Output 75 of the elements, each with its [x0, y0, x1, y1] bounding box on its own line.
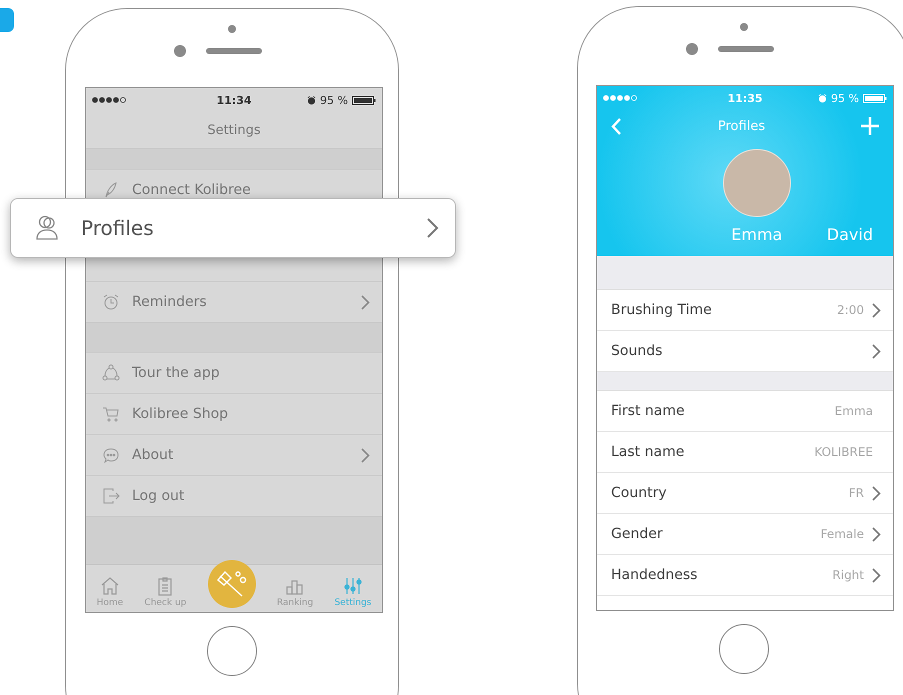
setting-label: Gender: [611, 526, 664, 542]
alarm-icon: [307, 96, 316, 104]
home-button[interactable]: [207, 626, 257, 676]
menu-row[interactable]: Tour the app: [86, 352, 382, 393]
tab-item[interactable]: Check up: [144, 576, 186, 612]
menu-row-label: Tour the app: [132, 365, 221, 381]
add-icon[interactable]: [860, 117, 879, 135]
setting-value: 2:00: [837, 303, 864, 317]
camera-dot: [686, 43, 698, 55]
tab-item[interactable]: Settings: [334, 576, 372, 612]
nav-title: Settings: [206, 122, 262, 140]
signal-dots-icon: [92, 97, 126, 103]
status-time: 11:35: [728, 92, 762, 104]
setting-label: Brushing Time: [611, 302, 713, 318]
camera-dot: [174, 45, 186, 57]
chevron-right-icon: [872, 344, 881, 358]
battery-percentage: 95 %: [831, 92, 859, 104]
menu-row-label: Connect Kolibree: [132, 182, 252, 198]
menu-row[interactable]: Kolibree Shop: [86, 393, 382, 434]
back-icon[interactable]: [611, 118, 622, 134]
setting-row[interactable]: Last name KOLIBREE: [597, 432, 893, 473]
nav-title: Profiles: [718, 118, 766, 134]
menu-row-label: About: [132, 447, 174, 463]
setting-row[interactable]: Country FR: [597, 473, 893, 514]
profiles-tooltip[interactable]: Profiles: [10, 198, 456, 258]
alarm-clock-icon: [102, 293, 120, 311]
setting-value: Right: [832, 568, 864, 582]
setting-label: Handedness: [611, 567, 698, 583]
profile-name[interactable]: David: [826, 225, 873, 244]
chevron-right-icon: [427, 218, 439, 238]
setting-value: Female: [820, 527, 864, 541]
setting-row[interactable]: Handedness Right: [597, 555, 893, 596]
setting-label: Last name: [611, 444, 686, 460]
tab-item[interactable]: Home: [96, 576, 124, 612]
home-icon: [100, 576, 120, 596]
setting-label: Sounds: [611, 343, 664, 359]
setting-value: KOLIBREE: [814, 445, 873, 459]
cart-icon: [102, 405, 120, 423]
speaker-grille: [206, 48, 262, 54]
menu-row-label: Kolibree Shop: [132, 406, 230, 422]
battery-icon: [352, 96, 376, 104]
sensor-dot: [740, 23, 748, 31]
callout-label: Profiles: [81, 216, 155, 240]
menu-row-label: Reminders: [132, 294, 208, 310]
status-time: 11:34: [216, 94, 252, 106]
sensor-dot: [228, 25, 236, 33]
setting-row[interactable]: Brushing Time 2:00: [597, 290, 893, 331]
setting-label: First name: [611, 403, 686, 419]
setting-value: Emma: [834, 404, 873, 418]
nodes-icon: [102, 364, 120, 382]
setting-value: FR: [848, 486, 864, 500]
speaker-grille: [718, 46, 774, 52]
setting-row[interactable]: Gender Female: [597, 514, 893, 555]
brush-button[interactable]: [208, 560, 256, 608]
signal-dots-icon: [603, 95, 637, 101]
tab-item[interactable]: Ranking: [276, 576, 314, 612]
exit-icon: [102, 487, 120, 505]
chevron-right-icon: [872, 302, 881, 318]
home-button[interactable]: [719, 624, 769, 674]
setting-label: Country: [611, 485, 668, 501]
chevron-right-icon: [872, 568, 881, 582]
alarm-icon: [818, 94, 828, 102]
profile-name[interactable]: Emma: [731, 225, 782, 244]
battery-icon: [863, 94, 887, 102]
chevron-right-icon: [361, 294, 370, 310]
person-icon: [35, 215, 59, 241]
sliders-icon: [342, 576, 363, 596]
chevron-right-icon: [872, 526, 881, 542]
setting-row[interactable]: First name Emma: [597, 391, 893, 432]
menu-row[interactable]: About: [86, 434, 382, 475]
battery-percentage: 95 %: [320, 94, 348, 106]
menu-row-label: Log out: [132, 488, 186, 504]
chevron-right-icon: [361, 448, 370, 462]
chevron-right-icon: [872, 486, 881, 500]
speech-bubble-icon: [102, 446, 120, 464]
